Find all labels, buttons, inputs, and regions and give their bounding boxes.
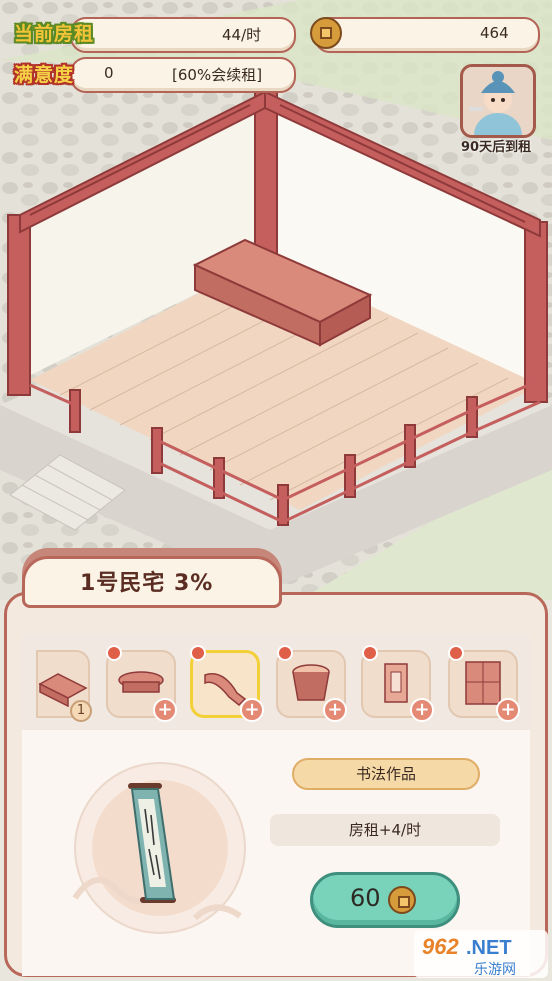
item-name: 书法作品	[292, 758, 480, 790]
coin-value: 464	[480, 24, 509, 42]
svg-text:乐游网: 乐游网	[474, 962, 516, 978]
add-icon[interactable]: +	[240, 698, 264, 722]
item-count-badge: 1	[70, 700, 92, 722]
tenant-avatar[interactable]	[460, 64, 536, 138]
add-icon[interactable]: +	[153, 698, 177, 722]
new-dot	[448, 645, 464, 661]
add-icon[interactable]: +	[410, 698, 434, 722]
svg-text:962: 962	[422, 934, 459, 959]
new-dot	[106, 645, 122, 661]
buy-price: 60	[350, 884, 381, 912]
tenant-portrait-icon	[469, 71, 522, 135]
satisfaction-label: 满意度	[14, 64, 75, 86]
new-dot	[362, 645, 378, 661]
calligraphy-scroll-icon	[128, 783, 176, 903]
satisfaction-value: 0	[104, 64, 114, 82]
add-icon[interactable]: +	[323, 698, 347, 722]
house-title: 1号民宅 3%	[80, 571, 214, 596]
coin-bar: 464	[314, 17, 540, 53]
site-watermark-logo: 962 .NET 乐游网	[414, 930, 548, 978]
coin-icon	[388, 886, 416, 914]
new-dot	[277, 645, 293, 661]
rent-label: 当前房租	[14, 23, 95, 45]
add-icon[interactable]: +	[496, 698, 520, 722]
buy-button[interactable]	[310, 872, 460, 928]
satisfaction-note: [60%会续租]	[172, 66, 263, 84]
rent-value: 44/时	[222, 26, 262, 44]
coin-icon	[310, 17, 342, 49]
rent-bar: 44/时	[70, 17, 296, 53]
new-dot	[190, 645, 206, 661]
svg-text:.NET: .NET	[466, 937, 512, 959]
rent-countdown: 90天后到租	[461, 140, 532, 155]
satisfaction-bar: 0 [60%会续租]	[70, 57, 296, 93]
item-effect: 房租+4/时	[270, 814, 500, 846]
